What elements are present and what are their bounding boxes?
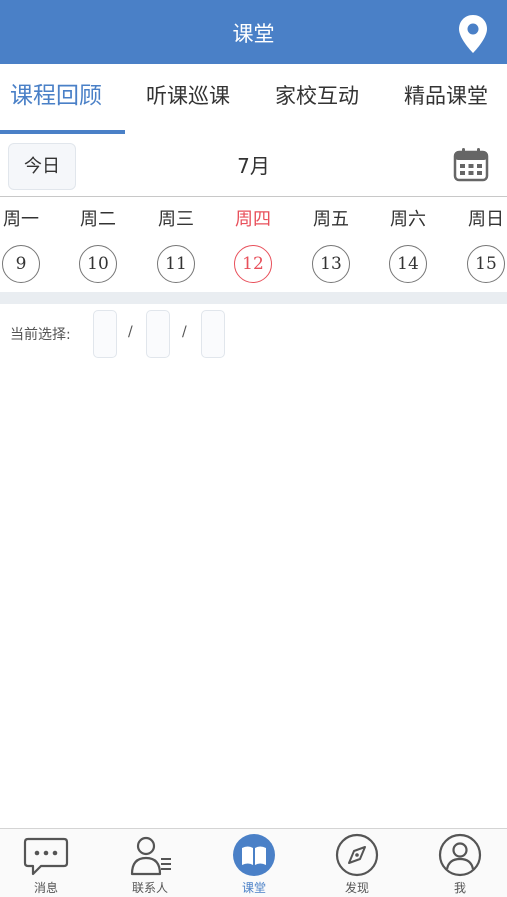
day-circle-13[interactable]: 13	[312, 245, 350, 283]
tab-course-review[interactable]: 课程回顾	[10, 64, 102, 128]
nav-label-me: 我	[453, 881, 466, 895]
week-strip: 周一 周二 周三 周四 周五 周六 周日 9 10 11 12 13 14 15	[0, 197, 507, 291]
chat-bubble-icon	[23, 837, 69, 876]
nav-label-contacts: 联系人	[131, 881, 168, 895]
current-selection: 当前选择: / /	[0, 310, 507, 360]
active-tab-indicator	[0, 130, 125, 134]
tab-bar: 课程回顾 听课巡课 家校互动 精品课堂	[0, 64, 507, 136]
nav-messages[interactable]: 消息	[1, 829, 91, 897]
nav-label-discover: 发现	[344, 881, 369, 895]
nav-label-messages: 消息	[33, 881, 58, 895]
day-circle-15[interactable]: 15	[467, 245, 505, 283]
app-header: 课堂	[0, 0, 507, 64]
user-icon	[438, 833, 482, 877]
month-label: 7月	[237, 154, 270, 178]
map-pin-icon[interactable]	[457, 14, 489, 54]
weekday-label-fri: 周五	[313, 209, 349, 230]
weekday-label-sun: 周日	[468, 209, 504, 230]
tab-lesson-inspection[interactable]: 听课巡课	[146, 64, 230, 128]
calendar-icon[interactable]	[453, 146, 489, 182]
nav-discover[interactable]: 发现	[312, 829, 402, 897]
today-button[interactable]: 今日	[8, 143, 76, 190]
open-book-icon	[233, 834, 275, 876]
bottom-nav: 消息 联系人 课堂 发现 我	[0, 828, 507, 897]
nav-me[interactable]: 我	[415, 829, 505, 897]
day-circle-14[interactable]: 14	[389, 245, 427, 283]
selection-label: 当前选择:	[10, 327, 71, 343]
contacts-icon	[130, 836, 171, 876]
weekday-label-sat: 周六	[390, 209, 426, 230]
day-circle-12[interactable]: 12	[234, 245, 272, 283]
nav-label-classroom: 课堂	[241, 881, 266, 895]
tab-featured-class[interactable]: 精品课堂	[404, 64, 488, 128]
tab-home-school[interactable]: 家校互动	[275, 64, 359, 128]
weekday-label-tue: 周二	[80, 209, 116, 230]
weekday-label-thu: 周四	[235, 209, 271, 230]
section-divider	[0, 292, 507, 304]
selection-separator: /	[128, 324, 133, 340]
weekday-label-mon: 周一	[3, 209, 39, 230]
page-title: 课堂	[232, 22, 275, 46]
compass-icon	[335, 833, 379, 877]
date-bar: 7月 今日	[0, 136, 507, 197]
nav-contacts[interactable]: 联系人	[105, 829, 195, 897]
day-circle-10[interactable]: 10	[79, 245, 117, 283]
selection-slot-2[interactable]	[146, 310, 170, 358]
day-circle-9[interactable]: 9	[2, 245, 40, 283]
day-circle-11[interactable]: 11	[157, 245, 195, 283]
weekday-label-wed: 周三	[158, 209, 194, 230]
nav-classroom[interactable]: 课堂	[209, 829, 299, 897]
selection-separator: /	[182, 324, 187, 340]
selection-slot-1[interactable]	[93, 310, 117, 358]
selection-slot-3[interactable]	[201, 310, 225, 358]
